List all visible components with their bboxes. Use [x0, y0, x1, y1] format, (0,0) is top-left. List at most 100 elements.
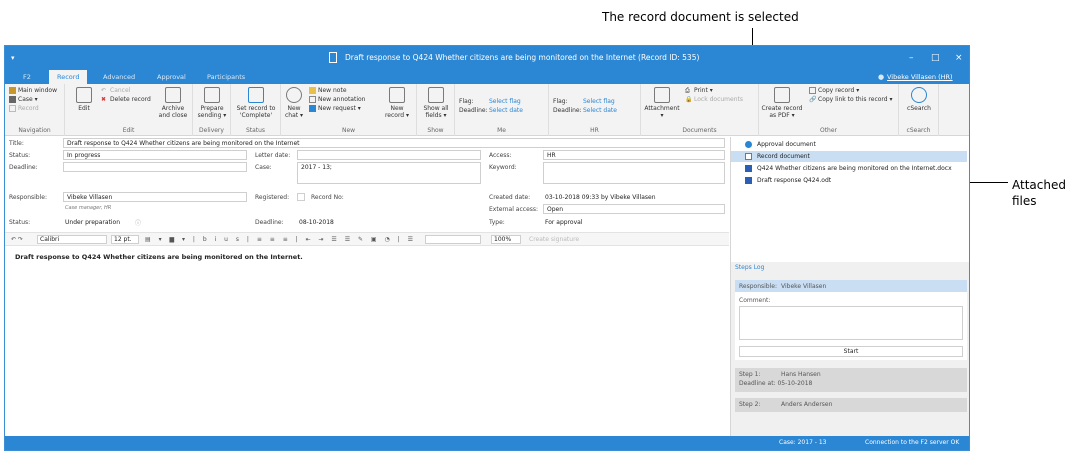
ribbon-tabs: F2 Record Advanced Approval Participants…: [5, 70, 969, 84]
status2-label: Status:: [9, 219, 31, 226]
user-link[interactable]: Vibeke Villasen (HR): [887, 70, 953, 84]
step1-card[interactable]: Step 1: Hans Hansen Deadline at: 05-10-2…: [735, 368, 967, 392]
copy-record-button[interactable]: Copy record ▾: [809, 87, 859, 95]
tab-f2[interactable]: F2: [23, 70, 31, 84]
document-body[interactable]: Draft response to Q424 Whether citizens …: [15, 253, 303, 261]
group-delivery: Prepare sending ▾ Delivery: [193, 84, 231, 136]
list-item[interactable]: Approval document: [731, 139, 967, 150]
step2-card[interactable]: Step 2: Anders Andersen: [735, 398, 967, 412]
format-icons[interactable]: ▤ ▾ ▆ ▾ | b i u s | ≡ ≡ ≡ | ⇤ ⇥ ☰ ☰ ✎ ▣ …: [145, 236, 416, 243]
new-note-button[interactable]: New note: [309, 87, 347, 95]
delete-icon: ✖: [101, 96, 107, 103]
status-label: Status:: [9, 152, 31, 159]
group-label: Me: [497, 127, 506, 134]
group-me: Flag: Deadline: Select flag Select date …: [455, 84, 549, 136]
external-access-field[interactable]: Open: [543, 204, 725, 214]
list-item[interactable]: Draft response Q424.odt: [731, 175, 967, 186]
search-icon: [911, 87, 927, 103]
hr-select-date[interactable]: Select date: [583, 107, 617, 115]
new-annotation-button[interactable]: New annotation: [309, 96, 365, 104]
lock-icon: 🔒: [685, 96, 693, 103]
me-flag-label: Flag:: [459, 98, 474, 105]
me-select-flag[interactable]: Select flag: [489, 98, 521, 106]
record-form: Title: Draft response to Q424 Whether ci…: [5, 137, 729, 437]
hr-select-flag[interactable]: Select flag: [583, 98, 615, 106]
new-request-button[interactable]: New request ▾: [309, 105, 361, 113]
show-all-fields-button[interactable]: Show all fields ▾: [419, 87, 453, 119]
attachment-button[interactable]: Attachment ▾: [643, 87, 681, 119]
comment-field[interactable]: [739, 306, 963, 340]
deadline-field[interactable]: [63, 162, 247, 172]
lock-documents-button[interactable]: 🔒 Lock documents: [685, 96, 743, 104]
case-field[interactable]: 2017 - 13;: [297, 162, 481, 184]
envelope-icon: [204, 87, 220, 103]
tab-advanced[interactable]: Advanced: [103, 70, 135, 84]
group-label: Edit: [122, 127, 135, 134]
start-button[interactable]: Start: [739, 346, 963, 357]
new-chat-label-2: chat ▾: [284, 112, 304, 119]
edit-button[interactable]: Edit: [73, 87, 95, 112]
set-complete-button[interactable]: Set record to 'Complete': [233, 87, 279, 119]
registered-checkbox[interactable]: [297, 193, 305, 201]
list-item-label: Record document: [757, 153, 810, 160]
record-no-label: Record No:: [311, 194, 344, 201]
undo-icon[interactable]: ↶ ↷: [11, 236, 23, 243]
close-button[interactable]: ×: [955, 46, 963, 70]
fields-icon: [428, 87, 444, 103]
status-field[interactable]: In progress: [63, 150, 247, 160]
help-icon[interactable]: ⓘ: [135, 218, 141, 227]
list-item[interactable]: Q424 Whether citizens are being monitore…: [731, 163, 967, 174]
new-record-icon: [389, 87, 405, 103]
cancel-button[interactable]: ↶ Cancel: [101, 87, 130, 95]
archive-button[interactable]: Archive and close: [157, 87, 189, 119]
user-icon: ●: [878, 73, 885, 81]
tab-approval[interactable]: Approval: [157, 70, 186, 84]
copy-record-label: Copy record ▾: [818, 87, 860, 94]
keyword-field[interactable]: [543, 162, 725, 184]
status2-value: Under preparation: [65, 219, 121, 226]
paperclip-icon: [654, 87, 670, 103]
edit-label: Edit: [78, 105, 90, 112]
step1-deadline: Deadline at: 05-10-2018: [739, 380, 813, 387]
created-label: Created date:: [489, 194, 531, 201]
access-field[interactable]: HR: [543, 150, 725, 160]
create-pdf-label-2: as PDF ▾: [769, 112, 795, 119]
registered-label: Registered:: [255, 194, 290, 201]
csearch-button[interactable]: cSearch: [901, 87, 937, 112]
prepare-sending-button[interactable]: Prepare sending ▾: [195, 87, 229, 119]
group-label: Status: [245, 127, 266, 134]
zoom-select[interactable]: 100%: [491, 235, 521, 244]
create-signature[interactable]: Create signature: [529, 236, 579, 243]
title-field[interactable]: Draft response to Q424 Whether citizens …: [63, 138, 725, 148]
create-pdf-label: Create record: [761, 105, 803, 112]
new-annotation-label: New annotation: [318, 96, 366, 103]
new-record-button[interactable]: New record ▾: [381, 87, 413, 119]
show-all-label-2: fields ▾: [425, 112, 447, 119]
responsible-card: Responsible: Vibeke Villasen Comment: St…: [735, 280, 967, 360]
record-nav-button[interactable]: Record: [9, 105, 39, 113]
me-select-date[interactable]: Select date: [489, 107, 523, 115]
group-label: Navigation: [18, 127, 51, 134]
case-button[interactable]: Case ▾: [9, 96, 38, 104]
me-deadline-label: Deadline:: [459, 107, 488, 114]
create-pdf-button[interactable]: Create record as PDF ▾: [761, 87, 803, 119]
list-item-selected[interactable]: Record document: [731, 151, 967, 162]
app-menu-icon[interactable]: ▾: [11, 46, 15, 70]
maximize-button[interactable]: □: [931, 46, 940, 70]
letter-date-field[interactable]: [297, 150, 481, 160]
font-size-select[interactable]: 12 pt.: [111, 235, 139, 244]
responsible-field[interactable]: Vibeke Villasen: [63, 192, 247, 202]
tab-record[interactable]: Record: [49, 70, 88, 84]
group-label: New: [341, 127, 356, 134]
new-chat-button[interactable]: New chat ▾: [283, 87, 305, 119]
font-select[interactable]: Calibri: [37, 235, 107, 244]
main-window-button[interactable]: Main window: [9, 87, 57, 95]
copy-link-button[interactable]: 🔗 Copy link to this record ▾: [809, 96, 893, 104]
print-button[interactable]: ⎙ Print ▾: [685, 87, 713, 95]
workflow-tabs[interactable]: Steps Log: [735, 264, 764, 271]
style-input[interactable]: [425, 235, 481, 244]
tab-participants[interactable]: Participants: [207, 70, 245, 84]
main-window-label: Main window: [18, 87, 57, 94]
delete-record-button[interactable]: ✖ Delete record: [101, 96, 151, 104]
minimize-button[interactable]: –: [909, 46, 914, 70]
